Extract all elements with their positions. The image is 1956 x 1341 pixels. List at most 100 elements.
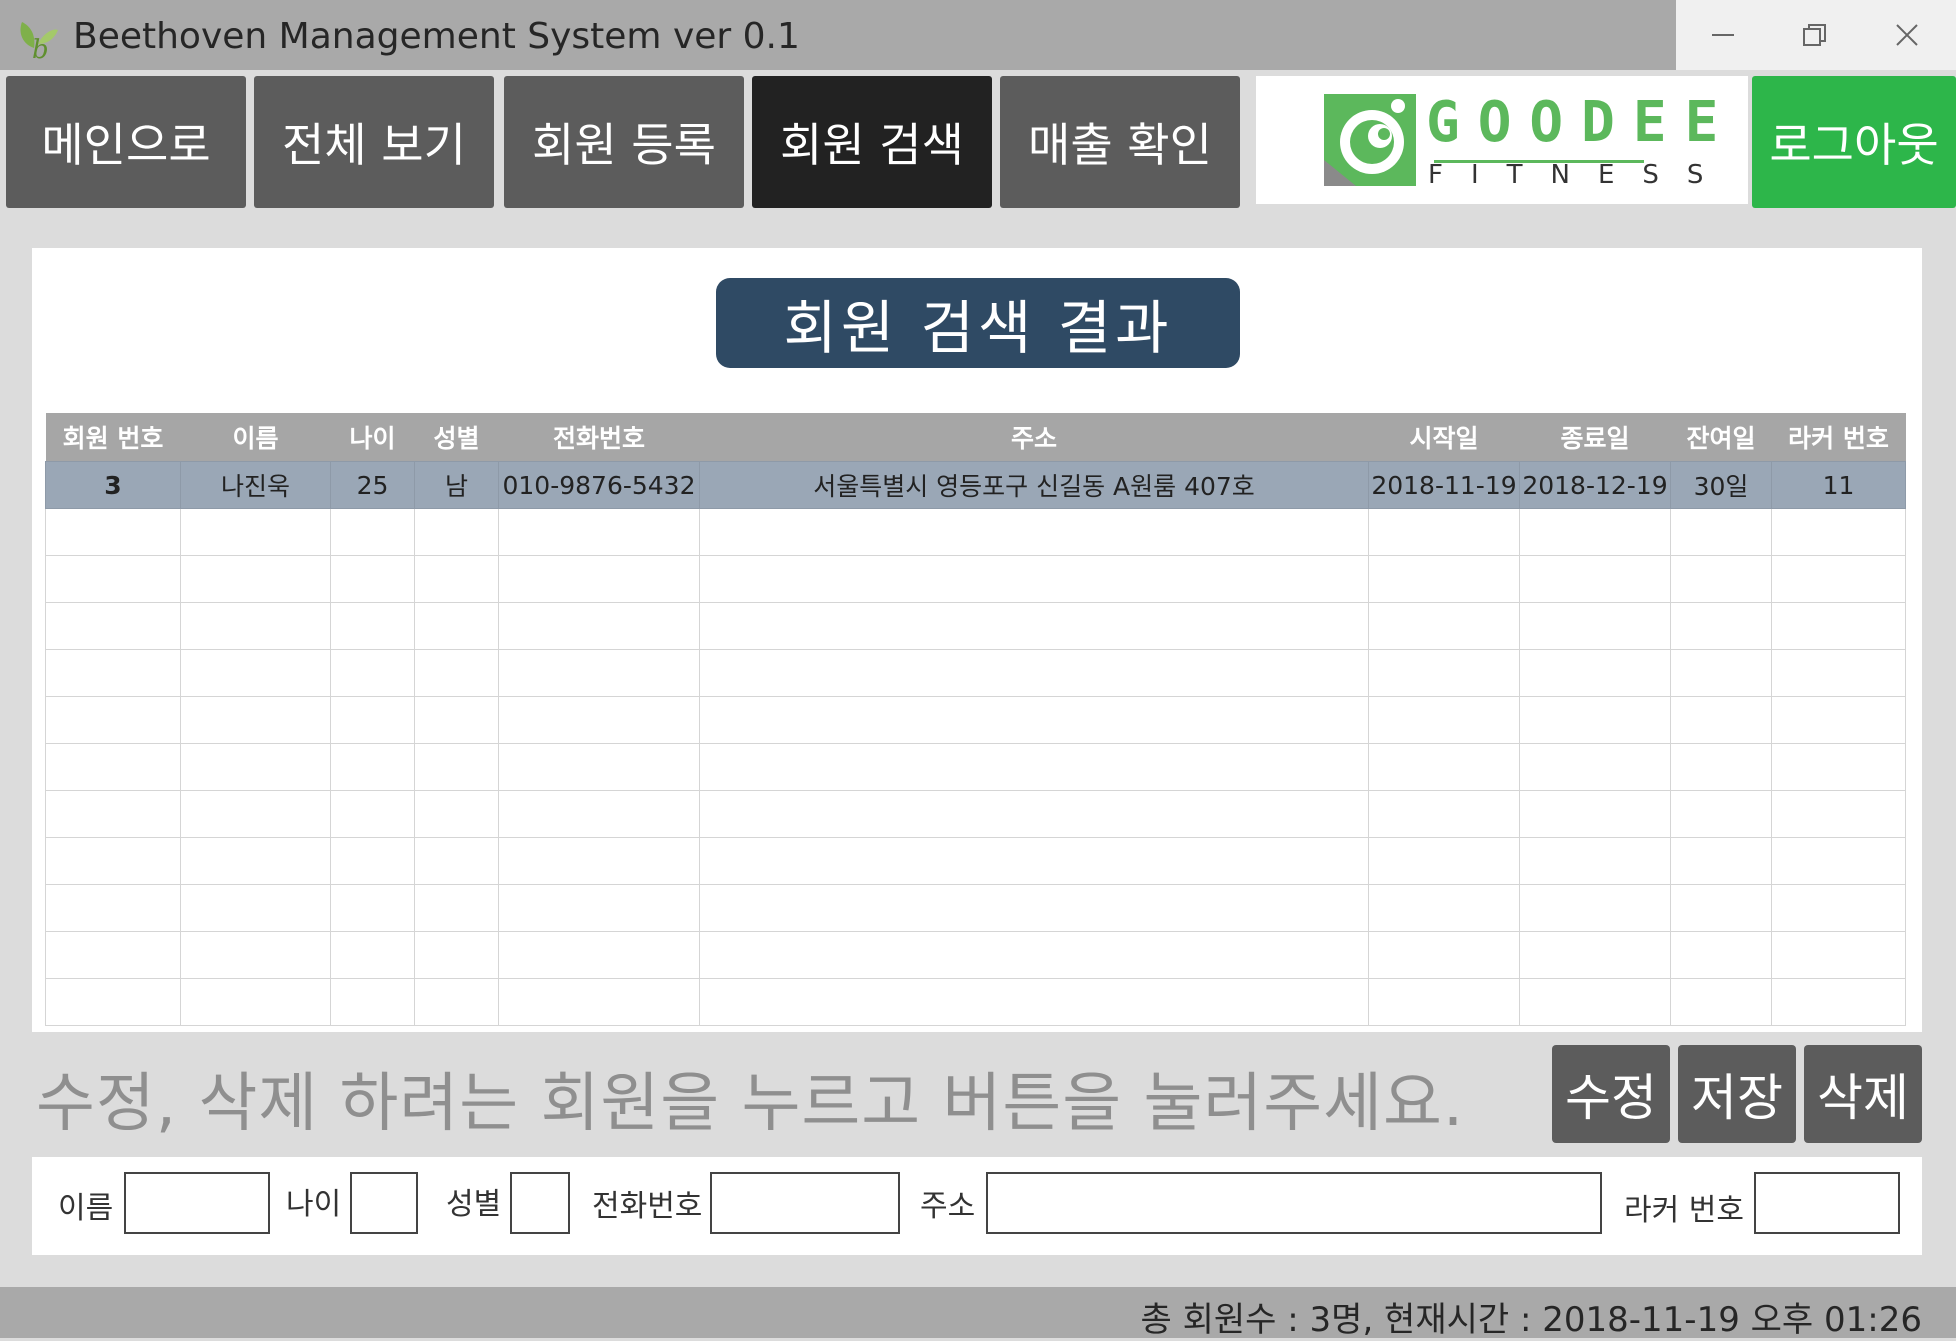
table-cell-empty[interactable] (414, 790, 499, 838)
table-cell-empty[interactable] (414, 837, 499, 885)
table-cell-empty[interactable] (330, 931, 415, 979)
table-cell-empty[interactable] (1368, 884, 1520, 932)
cell-phone[interactable]: 010-9876-5432 (498, 461, 700, 509)
col-header-phone[interactable]: 전화번호 (498, 413, 700, 462)
table-cell-empty[interactable] (1519, 790, 1671, 838)
table-cell-empty[interactable] (45, 743, 181, 791)
table-cell-empty[interactable] (45, 790, 181, 838)
table-cell-empty[interactable] (1670, 649, 1772, 697)
table-row-empty[interactable] (45, 743, 1906, 791)
table-cell-empty[interactable] (1771, 931, 1906, 979)
locker-field[interactable] (1754, 1172, 1900, 1234)
table-cell-empty[interactable] (45, 884, 181, 932)
table-cell-empty[interactable] (1519, 837, 1671, 885)
table-cell-empty[interactable] (1670, 602, 1772, 650)
table-cell-empty[interactable] (45, 931, 181, 979)
table-cell-empty[interactable] (1368, 837, 1520, 885)
close-button[interactable] (1860, 0, 1952, 70)
nav-view-all-button[interactable]: 전체 보기 (254, 76, 494, 208)
table-cell-empty[interactable] (1368, 696, 1520, 744)
col-header-address[interactable]: 주소 (699, 413, 1369, 462)
table-row-empty[interactable] (45, 790, 1906, 838)
table-cell-empty[interactable] (1771, 508, 1906, 556)
table-cell-empty[interactable] (1368, 555, 1520, 603)
table-cell-empty[interactable] (180, 743, 331, 791)
col-header-age[interactable]: 나이 (330, 413, 415, 462)
table-cell-empty[interactable] (699, 884, 1369, 932)
table-cell-empty[interactable] (45, 837, 181, 885)
table-row[interactable]: 3 나진욱 25 남 010-9876-5432 서울특별시 영등포구 신길동 … (45, 461, 1906, 509)
table-cell-empty[interactable] (498, 790, 700, 838)
table-cell-empty[interactable] (330, 649, 415, 697)
table-cell-empty[interactable] (45, 649, 181, 697)
table-cell-empty[interactable] (1670, 884, 1772, 932)
table-cell-empty[interactable] (180, 696, 331, 744)
table-cell-empty[interactable] (180, 555, 331, 603)
table-cell-empty[interactable] (414, 555, 499, 603)
table-cell-empty[interactable] (498, 696, 700, 744)
table-cell-empty[interactable] (1670, 555, 1772, 603)
table-cell-empty[interactable] (1519, 978, 1671, 1026)
nav-search-button[interactable]: 회원 검색 (752, 76, 992, 208)
table-cell-empty[interactable] (1368, 649, 1520, 697)
cell-gender[interactable]: 남 (414, 461, 499, 509)
table-row-empty[interactable] (45, 884, 1906, 932)
table-cell-empty[interactable] (45, 508, 181, 556)
phone-field[interactable] (710, 1172, 900, 1234)
table-cell-empty[interactable] (699, 790, 1369, 838)
table-cell-empty[interactable] (1771, 978, 1906, 1026)
table-cell-empty[interactable] (1771, 602, 1906, 650)
table-cell-empty[interactable] (498, 649, 700, 697)
table-cell-empty[interactable] (1771, 837, 1906, 885)
cell-address[interactable]: 서울특별시 영등포구 신길동 A원룸 407호 (699, 461, 1369, 509)
table-cell-empty[interactable] (1519, 602, 1671, 650)
table-cell-empty[interactable] (180, 931, 331, 979)
table-cell-empty[interactable] (498, 931, 700, 979)
table-cell-empty[interactable] (498, 508, 700, 556)
table-cell-empty[interactable] (699, 555, 1369, 603)
cell-locker[interactable]: 11 (1771, 461, 1906, 509)
table-cell-empty[interactable] (180, 837, 331, 885)
table-cell-empty[interactable] (180, 649, 331, 697)
table-cell-empty[interactable] (330, 696, 415, 744)
table-cell-empty[interactable] (1771, 696, 1906, 744)
table-cell-empty[interactable] (1670, 978, 1772, 1026)
table-cell-empty[interactable] (1519, 931, 1671, 979)
cell-age[interactable]: 25 (330, 461, 415, 509)
edit-button[interactable]: 수정 (1552, 1045, 1670, 1143)
table-cell-empty[interactable] (414, 978, 499, 1026)
table-cell-empty[interactable] (330, 508, 415, 556)
table-row-empty[interactable] (45, 649, 1906, 697)
table-cell-empty[interactable] (414, 508, 499, 556)
table-cell-empty[interactable] (1771, 743, 1906, 791)
table-cell-empty[interactable] (498, 978, 700, 1026)
table-cell-empty[interactable] (414, 696, 499, 744)
table-cell-empty[interactable] (699, 837, 1369, 885)
table-cell-empty[interactable] (1670, 508, 1772, 556)
table-cell-empty[interactable] (1771, 649, 1906, 697)
col-header-remaining[interactable]: 잔여일 (1670, 413, 1772, 462)
table-cell-empty[interactable] (1670, 837, 1772, 885)
table-cell-empty[interactable] (498, 884, 700, 932)
table-cell-empty[interactable] (1368, 508, 1520, 556)
table-row-empty[interactable] (45, 555, 1906, 603)
table-cell-empty[interactable] (1519, 884, 1671, 932)
col-header-member-no[interactable]: 회원 번호 (45, 413, 181, 462)
cell-end-date[interactable]: 2018-12-19 (1519, 461, 1671, 509)
delete-button[interactable]: 삭제 (1804, 1045, 1922, 1143)
table-cell-empty[interactable] (1670, 696, 1772, 744)
table-cell-empty[interactable] (414, 884, 499, 932)
table-cell-empty[interactable] (1368, 790, 1520, 838)
table-cell-empty[interactable] (1771, 884, 1906, 932)
table-cell-empty[interactable] (330, 790, 415, 838)
table-cell-empty[interactable] (1519, 555, 1671, 603)
nav-sales-button[interactable]: 매출 확인 (1000, 76, 1240, 208)
col-header-name[interactable]: 이름 (180, 413, 331, 462)
table-cell-empty[interactable] (1368, 602, 1520, 650)
table-cell-empty[interactable] (699, 696, 1369, 744)
table-cell-empty[interactable] (699, 649, 1369, 697)
table-cell-empty[interactable] (1771, 790, 1906, 838)
col-header-gender[interactable]: 성별 (414, 413, 499, 462)
table-cell-empty[interactable] (699, 508, 1369, 556)
table-cell-empty[interactable] (330, 884, 415, 932)
